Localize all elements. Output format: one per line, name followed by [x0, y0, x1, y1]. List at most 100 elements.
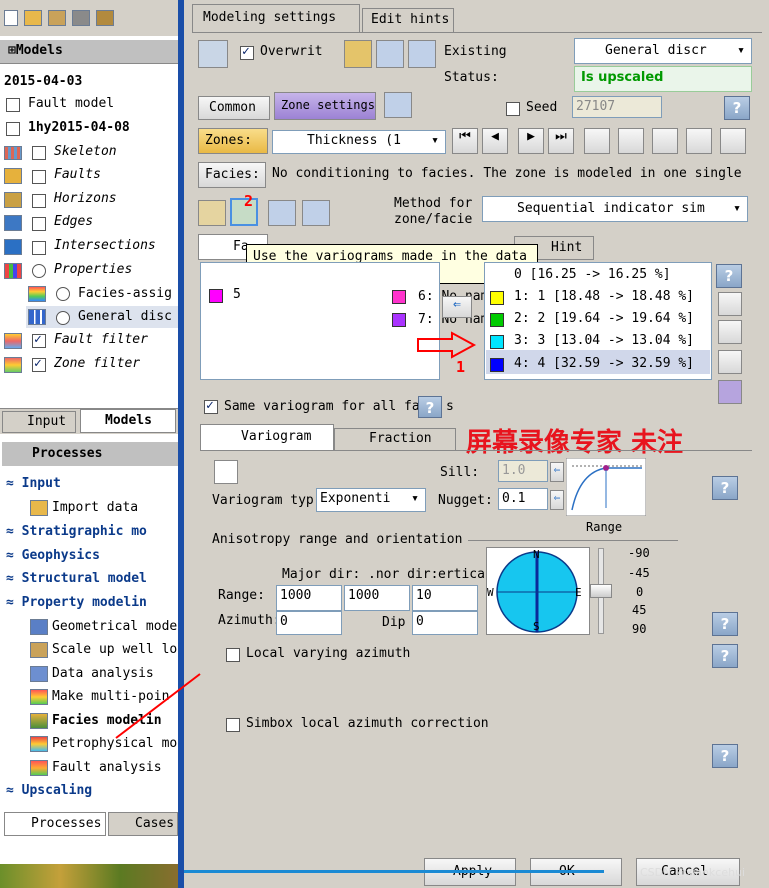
- chart-button[interactable]: [408, 40, 436, 68]
- fault-model-checkbox[interactable]: [6, 98, 20, 112]
- group-input[interactable]: ≈ Input: [6, 476, 61, 491]
- open-folder-icon[interactable]: [24, 10, 42, 26]
- tab-input[interactable]: Input: [2, 411, 76, 433]
- range-minor-input[interactable]: 1000: [344, 585, 410, 611]
- next-button[interactable]: ▶: [518, 128, 544, 154]
- paste-button[interactable]: [618, 128, 644, 154]
- overwrite-tool-button[interactable]: [344, 40, 372, 68]
- faults-checkbox[interactable]: [32, 170, 46, 184]
- first-button[interactable]: ⏮: [452, 128, 478, 154]
- tree-item-horizons[interactable]: Horizons: [54, 191, 117, 206]
- horizons-checkbox[interactable]: [32, 194, 46, 208]
- tree-item-skeleton[interactable]: Skeleton: [54, 144, 117, 159]
- zones-button[interactable]: Zones:: [198, 128, 268, 154]
- simbox-checkbox[interactable]: [226, 718, 240, 732]
- zone-icon-button[interactable]: [384, 92, 412, 118]
- variogram-type-dropdown[interactable]: Exponenti ▾: [316, 488, 426, 512]
- code-item-0[interactable]: 0 [16.25 -> 16.25 %]: [514, 267, 671, 282]
- copy-button[interactable]: [584, 128, 610, 154]
- group-property[interactable]: ≈ Property modelin: [6, 595, 147, 610]
- help-icon[interactable]: ?: [712, 476, 738, 500]
- grid-checkbox[interactable]: [6, 122, 20, 136]
- help-icon[interactable]: ?: [716, 264, 742, 288]
- code-item-4[interactable]: 4: 4 [32.59 -> 32.59 %]: [514, 356, 694, 371]
- properties-radio[interactable]: [32, 264, 46, 278]
- seed-checkbox[interactable]: [506, 102, 520, 116]
- code-item-1[interactable]: 1: 1 [18.48 -> 18.48 %]: [514, 289, 694, 304]
- process-icon-button[interactable]: [198, 40, 228, 68]
- help-icon[interactable]: ?: [712, 644, 738, 668]
- seed-input[interactable]: 27107: [572, 96, 662, 118]
- code-item-2[interactable]: 2: 2 [19.64 -> 19.64 %]: [514, 311, 694, 326]
- range-major-input[interactable]: 1000: [276, 585, 342, 611]
- zone-dropdown[interactable]: Thickness (1 ▾: [272, 130, 446, 154]
- tree-item-intersections[interactable]: Intersections: [54, 238, 156, 253]
- tab-cases[interactable]: Cases: [108, 812, 178, 836]
- folder-gear-icon[interactable]: [48, 10, 66, 26]
- tree-item-properties[interactable]: Properties: [54, 262, 132, 277]
- new-file-icon[interactable]: [4, 10, 18, 26]
- general-disc-radio[interactable]: [56, 311, 70, 325]
- sill-input[interactable]: 1.0: [498, 460, 548, 482]
- tab-fraction[interactable]: Fraction: [334, 428, 456, 450]
- azimuth-input[interactable]: 0: [276, 611, 342, 635]
- tab-edit-hints[interactable]: Edit hints: [362, 8, 454, 32]
- tree-item-zone-filter[interactable]: Zone filter: [54, 356, 140, 371]
- tab-modeling-settings[interactable]: Modeling settings: [192, 4, 360, 32]
- nugget-input[interactable]: 0.1: [498, 488, 548, 510]
- reference-project-icon[interactable]: [72, 10, 90, 26]
- process-fault-analysis[interactable]: Fault analysis: [52, 760, 162, 775]
- code-item-3[interactable]: 3: 3 [13.04 -> 13.04 %]: [514, 333, 694, 348]
- process-geometrical[interactable]: Geometrical mode: [52, 619, 177, 634]
- facies-item-5[interactable]: 5: [233, 287, 241, 302]
- tree-item-facies-assign[interactable]: Facies-assig: [78, 286, 172, 301]
- tree-item-faults[interactable]: Faults: [54, 167, 101, 182]
- tree-item-fault-filter[interactable]: Fault filter: [54, 332, 148, 347]
- dip-input[interactable]: 0: [412, 611, 478, 635]
- help-icon[interactable]: ?: [712, 612, 738, 636]
- method-dropdown[interactable]: Sequential indicator sim ▾: [482, 196, 748, 222]
- help-icon[interactable]: ?: [418, 396, 442, 418]
- edges-checkbox[interactable]: [32, 217, 46, 231]
- help-icon[interactable]: ?: [724, 96, 750, 120]
- nugget-arrow-button[interactable]: ⇐: [550, 490, 564, 510]
- tab-models[interactable]: Models: [80, 409, 176, 433]
- local-azimuth-checkbox[interactable]: [226, 648, 240, 662]
- group-structural[interactable]: ≈ Structural model: [6, 571, 147, 586]
- delete-button[interactable]: [720, 128, 746, 154]
- last-button[interactable]: ⏭: [548, 128, 574, 154]
- lock-button[interactable]: [198, 200, 226, 226]
- histogram-tool-button[interactable]: [268, 200, 296, 226]
- zone-filter-checkbox[interactable]: [32, 356, 46, 372]
- facies-button[interactable]: Facies:: [198, 162, 266, 188]
- save-icon[interactable]: [96, 10, 114, 26]
- prev-button[interactable]: ◀: [482, 128, 508, 154]
- process-import-data[interactable]: Import data: [52, 500, 138, 515]
- histogram-button[interactable]: [376, 40, 404, 68]
- process-scale-up[interactable]: Scale up well lo: [52, 642, 177, 657]
- zone-settings-button[interactable]: Zone settings: [274, 92, 376, 120]
- intersections-checkbox[interactable]: [32, 241, 46, 255]
- range-vertical-input[interactable]: 10: [412, 585, 478, 611]
- add-code-button[interactable]: [718, 292, 742, 316]
- tab-variogram[interactable]: Variogram: [200, 424, 334, 450]
- fault-filter-checkbox[interactable]: [32, 332, 46, 348]
- dip-slider-handle[interactable]: [590, 584, 612, 598]
- move-left-button[interactable]: ⇐: [442, 296, 472, 318]
- common-button[interactable]: Common: [198, 96, 270, 120]
- paste-code-button[interactable]: [718, 350, 742, 374]
- existing-dropdown[interactable]: General discr ▾: [574, 38, 752, 64]
- copy-all-button[interactable]: [652, 128, 678, 154]
- tab-processes[interactable]: Processes: [4, 812, 106, 836]
- same-variogram-checkbox[interactable]: [204, 398, 218, 414]
- sill-arrow-button[interactable]: ⇐: [550, 462, 564, 482]
- group-upscaling[interactable]: ≈ Upscaling: [6, 783, 92, 798]
- edit-code-button[interactable]: [718, 380, 742, 404]
- group-stratigraphic[interactable]: ≈ Stratigraphic mo: [6, 524, 147, 539]
- help-icon[interactable]: ?: [712, 744, 738, 768]
- new-variogram-button[interactable]: [214, 460, 238, 484]
- new-button[interactable]: [686, 128, 712, 154]
- copy-code-button[interactable]: [718, 320, 742, 344]
- stats-tool-button[interactable]: [302, 200, 330, 226]
- tree-item-edges[interactable]: Edges: [54, 214, 93, 229]
